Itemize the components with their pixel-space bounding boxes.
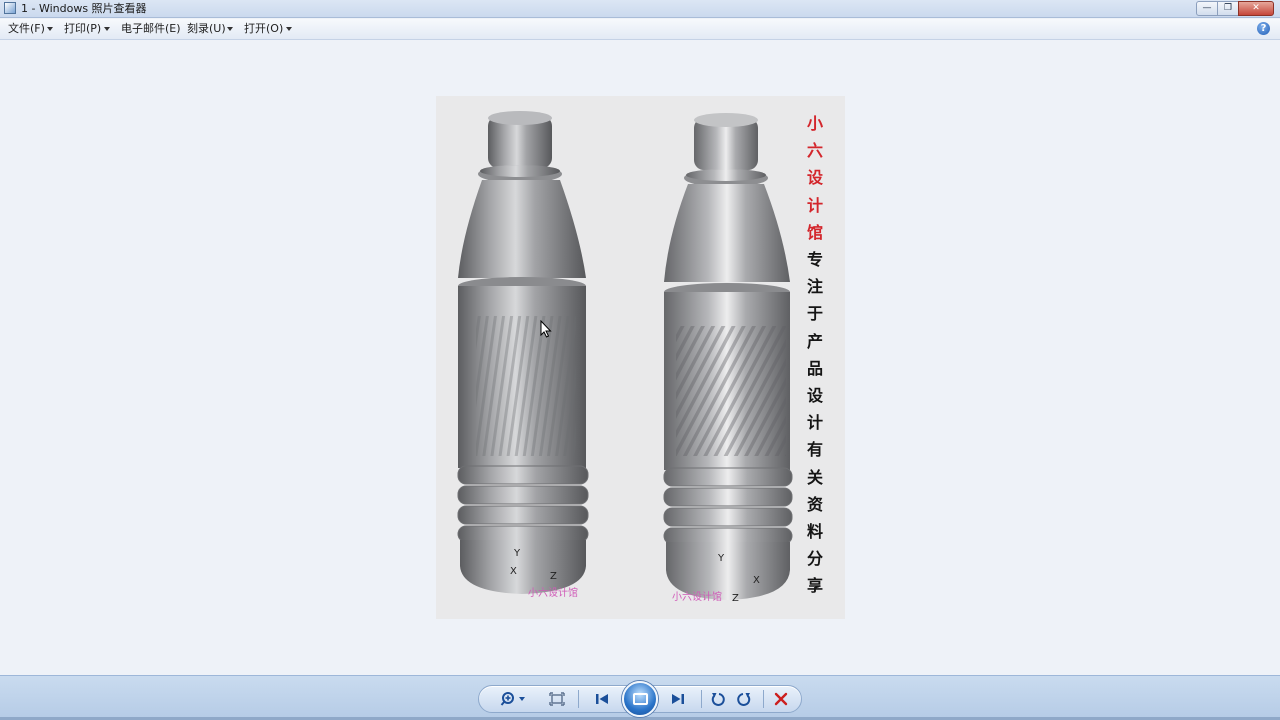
title-bar: 1 - Windows 照片查看器 — ❐ ✕	[0, 0, 1280, 18]
caption-char: 小	[806, 114, 823, 133]
rotate-counterclockwise-icon[interactable]	[710, 691, 726, 707]
restore-button[interactable]: ❐	[1217, 1, 1239, 16]
caption-char: 有	[806, 440, 823, 460]
menu-print-dropdown-icon[interactable]	[104, 27, 110, 31]
caption-char: 资	[806, 494, 823, 514]
axis-x-label-left: X	[510, 566, 517, 577]
axis-z-label-left: Z	[550, 571, 557, 582]
help-icon[interactable]: ?	[1257, 22, 1270, 35]
displayed-image: 小 六 设 计 馆 专 注 于 产 品 设 计 有 关 资 料 分 享 Y X …	[436, 96, 845, 619]
menu-email[interactable]: 电子邮件(E)	[121, 22, 181, 36]
menu-open-dropdown-icon[interactable]	[286, 27, 292, 31]
caption-char: 分	[806, 549, 823, 569]
actual-size-icon[interactable]	[549, 692, 565, 706]
bottles-illustration	[457, 111, 793, 600]
menu-burn-dropdown-icon[interactable]	[227, 27, 233, 31]
rotate-clockwise-icon[interactable]	[736, 691, 752, 707]
axis-z-label-right: Z	[732, 593, 739, 604]
window-controls: — ❐ ✕	[1196, 1, 1274, 16]
close-window-button[interactable]: ✕	[1238, 1, 1274, 16]
caption-char: 享	[806, 576, 823, 596]
mouse-cursor-icon	[540, 320, 552, 338]
zoom-icon[interactable]	[500, 691, 528, 707]
axis-x-label-right: X	[753, 575, 760, 586]
minimize-button[interactable]: —	[1196, 1, 1218, 16]
caption-char: 于	[806, 304, 823, 324]
menu-file[interactable]: 文件(F)	[8, 22, 45, 36]
toolbar-separator	[578, 690, 579, 708]
photo-viewer-app-icon	[4, 2, 16, 14]
caption-char: 六	[806, 141, 823, 161]
caption-char: 产	[806, 331, 823, 351]
menu-bar: 文件(F) 打印(P) 电子邮件(E) 刻录(U) 打开(O) ?	[0, 19, 1280, 40]
slideshow-icon[interactable]	[622, 681, 658, 717]
watermark-right: 小六设计馆	[672, 592, 722, 603]
caption-char: 计	[806, 413, 823, 433]
right-bottle	[663, 113, 793, 600]
vertical-caption: 小 六 设 计 馆 专 注 于 产 品 设 计 有 关 资 料 分 享	[798, 110, 832, 600]
menu-file-dropdown-icon[interactable]	[47, 27, 53, 31]
window-title: 1 - Windows 照片查看器	[21, 2, 147, 15]
caption-char: 注	[806, 277, 823, 297]
next-icon[interactable]	[670, 692, 686, 706]
caption-char: 设	[806, 168, 823, 188]
axis-y-label-right: Y	[718, 553, 725, 564]
caption-char: 馆	[806, 222, 823, 242]
caption-char: 料	[806, 522, 823, 542]
caption-char: 品	[806, 358, 823, 378]
caption-char: 设	[806, 386, 823, 406]
menu-burn[interactable]: 刻录(U)	[187, 22, 226, 36]
toolbar-separator	[701, 690, 702, 708]
menu-print[interactable]: 打印(P)	[64, 22, 101, 36]
previous-icon[interactable]	[594, 692, 610, 706]
menu-open[interactable]: 打开(O)	[244, 22, 283, 36]
left-bottle	[457, 111, 589, 594]
caption-char: 计	[806, 195, 823, 215]
toolbar-separator	[763, 690, 764, 708]
caption-char: 关	[806, 467, 823, 487]
axis-y-label-left: Y	[514, 548, 521, 559]
caption-char: 专	[806, 250, 823, 270]
delete-icon[interactable]	[774, 692, 788, 706]
watermark-left: 小六设计馆	[528, 588, 578, 599]
